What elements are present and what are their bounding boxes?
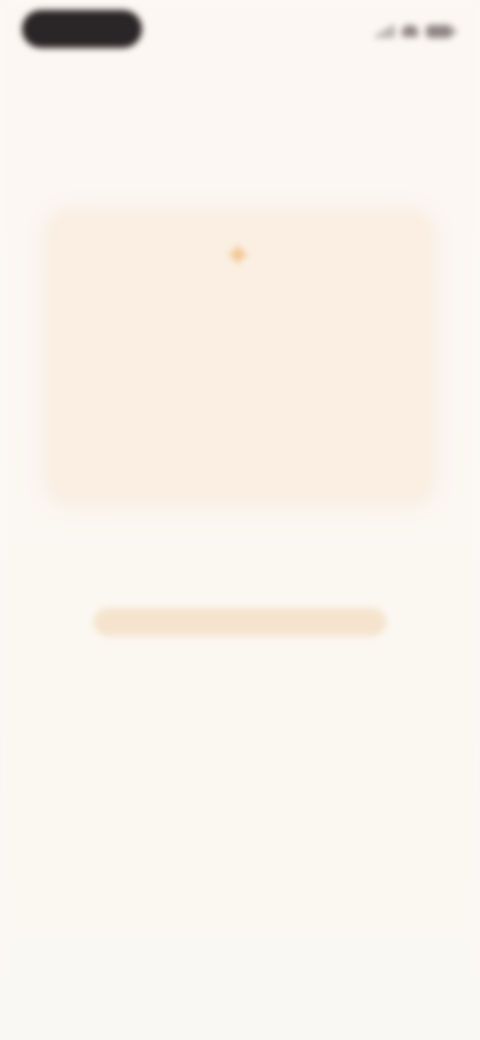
status-bar [0, 0, 480, 64]
app-screen: ✦ [0, 0, 480, 1040]
primary-button[interactable] [94, 608, 386, 636]
battery-icon [426, 24, 456, 38]
signal-icon [376, 24, 394, 38]
sparkle-icon: ✦ [223, 237, 253, 275]
status-time [22, 10, 142, 48]
status-icons [376, 20, 456, 42]
wifi-icon [402, 25, 418, 37]
secondary-link[interactable] [200, 650, 280, 684]
